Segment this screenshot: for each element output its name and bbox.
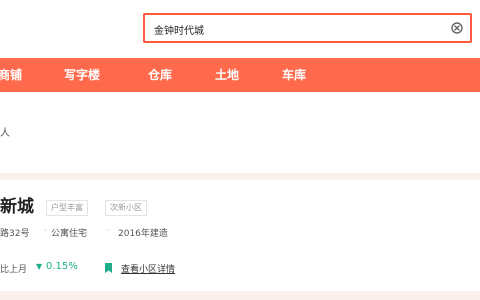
meta-separator: · [44, 226, 47, 236]
nav-item-warehouses[interactable]: 仓库 [148, 66, 172, 83]
estate-type: 公寓住宅 [51, 229, 88, 239]
tag-new-community: 次新小区 [105, 200, 147, 216]
search-input[interactable] [154, 20, 444, 38]
nav-item-offices[interactable]: 写字楼 [64, 66, 100, 83]
section-divider [0, 291, 480, 300]
category-nav: 商铺 写字楼 仓库 土地 车库 [0, 58, 480, 92]
nav-item-land[interactable]: 土地 [215, 66, 239, 83]
clear-icon[interactable] [451, 22, 463, 34]
view-community-details-link[interactable]: 查看小区详情 [121, 262, 175, 275]
section-divider [0, 173, 480, 180]
bookmark-icon [105, 263, 112, 273]
meta-separator: · [106, 226, 109, 236]
estate-title[interactable]: 新城 [0, 192, 34, 217]
section-text: 人 [0, 128, 10, 139]
estate-address: 路32号 [0, 229, 30, 239]
estate-built-year: 2016年建造 [118, 229, 168, 239]
mom-label: 比上月 [0, 265, 28, 275]
trend-down-icon: ▼ [36, 262, 43, 271]
tag-layout: 户型丰富 [46, 200, 88, 216]
nav-item-shops[interactable]: 商铺 [0, 66, 22, 83]
nav-item-garages[interactable]: 车库 [282, 66, 306, 83]
mom-value: 0.15% [46, 261, 78, 272]
search-box[interactable] [143, 13, 472, 43]
